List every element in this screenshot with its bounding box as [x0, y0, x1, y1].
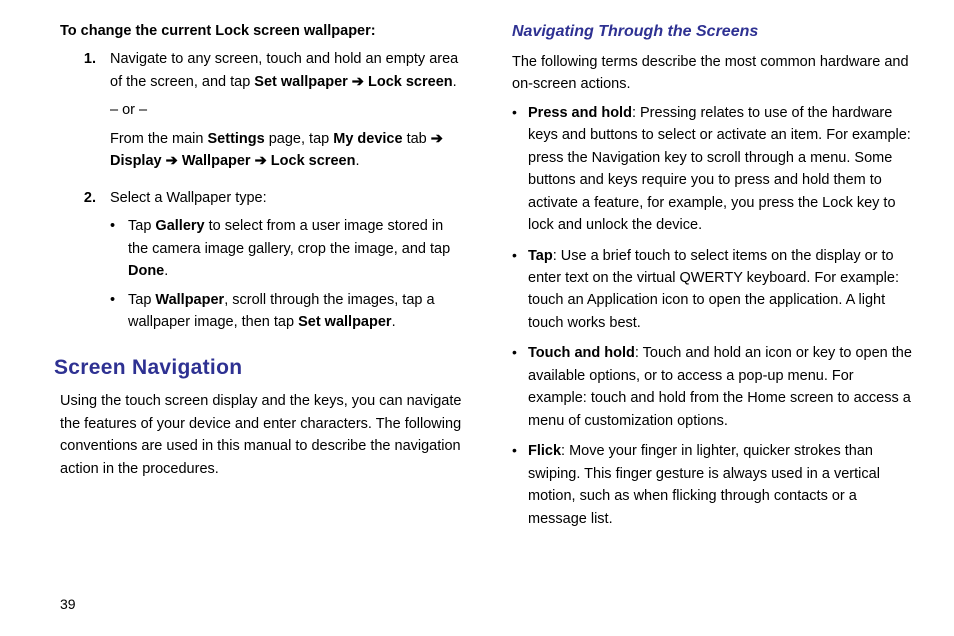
- list-item: • Tap: Use a brief touch to select items…: [512, 245, 914, 335]
- term: Flick: [528, 443, 561, 459]
- right-column: Navigating Through the Screens The follo…: [512, 20, 914, 636]
- step-2: 2. Select a Wallpaper type: • Tap Galler…: [60, 187, 462, 340]
- bullet-icon: •: [512, 342, 528, 432]
- bold-text: Lock screen: [368, 74, 453, 90]
- bullet-icon: •: [110, 215, 128, 282]
- bold-text: Set wallpaper: [254, 74, 347, 90]
- bullet-icon: •: [512, 440, 528, 530]
- sub-bullet: • Tap Wallpaper, scroll through the imag…: [110, 289, 462, 334]
- text: page, tap: [265, 131, 334, 147]
- text: tab: [403, 131, 431, 147]
- bullet-icon: •: [512, 102, 528, 237]
- bold-text: Wallpaper: [182, 153, 251, 169]
- left-column: To change the current Lock screen wallpa…: [60, 20, 462, 636]
- bold-text: Wallpaper: [155, 292, 224, 308]
- step-number: 2.: [60, 187, 110, 340]
- bold-text: Settings: [208, 131, 265, 147]
- manual-page: To change the current Lock screen wallpa…: [0, 0, 954, 636]
- step-body: Navigate to any screen, touch and hold a…: [110, 48, 462, 178]
- definition: : Pressing relates to use of the hardwar…: [528, 105, 911, 233]
- term: Tap: [528, 248, 553, 264]
- list-item: • Touch and hold: Touch and hold an icon…: [512, 342, 914, 432]
- bold-text: Display: [110, 153, 162, 169]
- page-number: 39: [60, 596, 76, 612]
- bold-text: Gallery: [155, 218, 204, 234]
- text: Select a Wallpaper type:: [110, 187, 462, 209]
- step-number: 1.: [60, 48, 110, 178]
- bold-text: Done: [128, 263, 164, 279]
- text: .: [392, 314, 396, 330]
- arrow-icon: ➔: [162, 153, 182, 169]
- terms-list: • Press and hold: Pressing relates to us…: [512, 102, 914, 530]
- list-item: • Flick: Move your finger in lighter, qu…: [512, 440, 914, 530]
- step-1: 1. Navigate to any screen, touch and hol…: [60, 48, 462, 178]
- bold-text: My device: [333, 131, 402, 147]
- heading-screen-navigation: Screen Navigation: [54, 352, 462, 385]
- arrow-icon: ➔: [251, 153, 271, 169]
- text: .: [164, 263, 168, 279]
- definition: : Move your finger in lighter, quicker s…: [528, 443, 880, 526]
- or-separator: – or –: [110, 99, 462, 121]
- text: Tap: [128, 218, 155, 234]
- term: Press and hold: [528, 105, 632, 121]
- definition: : Use a brief touch to select items on t…: [528, 248, 899, 331]
- step-body: Select a Wallpaper type: • Tap Gallery t…: [110, 187, 462, 340]
- arrow-icon: ➔: [431, 131, 443, 147]
- paragraph: Using the touch screen display and the k…: [60, 390, 462, 480]
- bullet-icon: •: [110, 289, 128, 334]
- text: From the main: [110, 131, 208, 147]
- bold-text: Lock screen: [271, 153, 356, 169]
- list-item: • Press and hold: Pressing relates to us…: [512, 102, 914, 237]
- section-lead: To change the current Lock screen wallpa…: [60, 20, 462, 42]
- text: .: [453, 74, 457, 90]
- term: Touch and hold: [528, 345, 635, 361]
- bullet-icon: •: [512, 245, 528, 335]
- intro-paragraph: The following terms describe the most co…: [512, 51, 914, 96]
- arrow-icon: ➔: [348, 74, 368, 90]
- bold-text: Set wallpaper: [298, 314, 391, 330]
- text: .: [355, 153, 359, 169]
- text: Tap: [128, 292, 155, 308]
- heading-navigating-screens: Navigating Through the Screens: [512, 20, 914, 45]
- sub-bullet: • Tap Gallery to select from a user imag…: [110, 215, 462, 282]
